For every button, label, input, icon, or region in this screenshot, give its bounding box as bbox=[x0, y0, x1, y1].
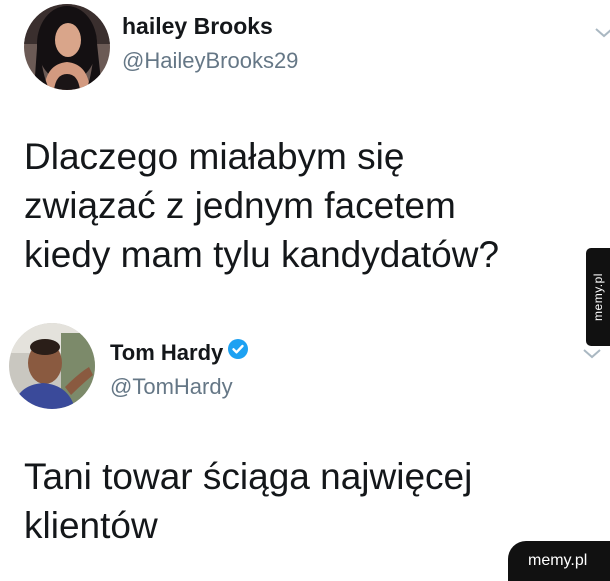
tweet-text-line: klientów bbox=[24, 505, 158, 546]
side-watermark-text: memy.pl bbox=[591, 273, 605, 321]
tom-hardy-name-text: Tom Hardy bbox=[110, 340, 224, 365]
tom-hardy-tweet-text: Tani towar ściąga najwięcej klientów bbox=[24, 458, 472, 544]
tom-hardy-author-name[interactable]: Tom Hardy bbox=[110, 338, 249, 368]
hailey-author-handle[interactable]: @HaileyBrooks29 bbox=[122, 48, 298, 74]
tweet-text-line: Tani towar ściąga najwięcej bbox=[24, 456, 473, 497]
corner-watermark-text: memy.pl bbox=[528, 552, 588, 569]
corner-watermark: memy.pl bbox=[508, 541, 610, 581]
verified-badge-icon bbox=[227, 338, 249, 366]
chevron-down-icon[interactable] bbox=[594, 26, 610, 40]
woman-portrait-icon bbox=[24, 4, 110, 90]
hailey-author-name[interactable]: hailey Brooks bbox=[122, 13, 273, 40]
meme-page: hailey Brooks @HaileyBrooks29 Dlaczego m… bbox=[0, 0, 610, 581]
tom-hardy-avatar[interactable] bbox=[9, 323, 95, 409]
tweet-text-line: Dlaczego miałabym się bbox=[24, 136, 405, 177]
tweet-text-line: kiedy mam tylu kandydatów? bbox=[24, 234, 500, 275]
side-watermark: memy.pl bbox=[586, 248, 610, 346]
tweet-text-line: związać z jednym facetem bbox=[24, 185, 456, 226]
hailey-avatar[interactable] bbox=[24, 4, 110, 90]
hailey-tweet-text: Dlaczego miałabym się związać z jednym f… bbox=[24, 138, 499, 273]
man-portrait-icon bbox=[9, 323, 95, 409]
tom-hardy-author-handle[interactable]: @TomHardy bbox=[110, 374, 233, 400]
chevron-down-icon[interactable] bbox=[582, 347, 602, 361]
